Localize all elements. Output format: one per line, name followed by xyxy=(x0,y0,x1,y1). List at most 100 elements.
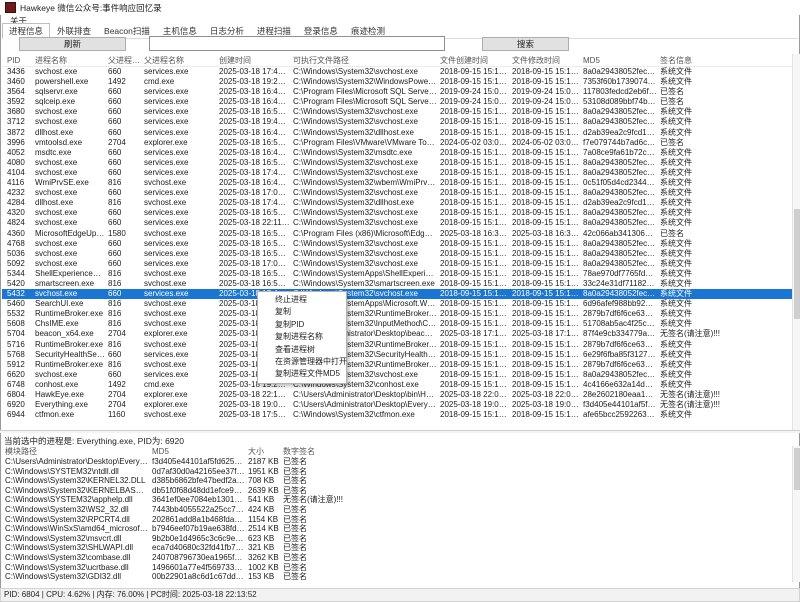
scrollbar-thumb[interactable] xyxy=(794,448,800,490)
column-header[interactable]: 文件修改时间 xyxy=(509,55,580,66)
process-row[interactable]: 5420smartscreen.exe816svchost.exe2025-03… xyxy=(2,279,792,289)
process-row[interactable]: 5608ChsIME.exe816svchost.exe2025-03-18 1… xyxy=(2,319,792,329)
cell: dllhost.exe xyxy=(32,128,105,138)
scrollbar-thumb[interactable] xyxy=(794,209,800,319)
column-header[interactable]: 签名信息 xyxy=(657,55,792,66)
cell: 816 xyxy=(105,319,141,329)
process-table-scrollbar[interactable] xyxy=(792,54,800,430)
tab-2[interactable]: 外联排查 xyxy=(51,24,97,38)
tab-3[interactable]: Beacon扫描 xyxy=(98,24,156,38)
context-menu-item-4[interactable]: 复制进程名称 xyxy=(258,331,346,343)
cell: C:\Windows\SystemApps\ShellExperienceHos… xyxy=(290,269,437,279)
column-header[interactable]: 父进程PID xyxy=(105,55,141,66)
column-header[interactable]: 可执行文件路径 xyxy=(290,55,437,66)
cell: 系统文件 xyxy=(657,117,792,127)
module-row[interactable]: C:\Windows\System32\SHLWAPI.dlleca7d4068… xyxy=(2,543,792,553)
process-row[interactable]: 3592sqlceip.exe660services.exe2025-03-18… xyxy=(2,97,792,107)
module-table-scrollbar[interactable] xyxy=(792,446,800,582)
process-row[interactable]: 3460powershell.exe1492cmd.exe2025-03-18 … xyxy=(2,77,792,87)
process-row[interactable]: 6804HawkEye.exe2704explorer.exe2025-03-1… xyxy=(2,390,792,400)
module-row[interactable]: C:\Windows\System32\KERNEL32.DLLd385b686… xyxy=(2,476,792,486)
column-header[interactable]: 文件创建时间 xyxy=(437,55,509,66)
search-button[interactable]: 搜索 xyxy=(482,37,569,51)
cell: WmiPrvSE.exe xyxy=(32,178,105,188)
module-row[interactable]: C:\Windows\System32\GDI32.dll00b22901a8c… xyxy=(2,572,792,582)
process-row[interactable]: 4768svchost.exe660services.exe2025-03-18… xyxy=(2,239,792,249)
process-row[interactable]: 4320svchost.exe660services.exe2025-03-18… xyxy=(2,208,792,218)
module-row[interactable]: C:\Windows\System32\WS2_32.dll7443bb4055… xyxy=(2,505,792,515)
module-row[interactable]: C:\Users\Administrator\Desktop\Everythin… xyxy=(2,457,792,467)
context-menu-item-5[interactable]: 查看进程树 xyxy=(258,344,346,356)
cell: 660 xyxy=(105,370,141,380)
cell: 2018-09-15 15:12:24 xyxy=(437,249,509,259)
column-header[interactable]: 大小 xyxy=(245,446,280,457)
module-row[interactable]: C:\Windows\System32\ucrtbase.dll1496601a… xyxy=(2,563,792,573)
cell: 2024-05-02 03:08:06 xyxy=(437,138,509,148)
context-menu-item-1[interactable]: 终止进程 xyxy=(258,294,346,306)
cell: 816 xyxy=(105,178,141,188)
module-table-header[interactable]: 模块路径MD5大小数字签名 xyxy=(2,446,792,457)
process-row[interactable]: 5432svchost.exe660services.exe2025-03-18… xyxy=(2,289,792,299)
context-menu-item-7[interactable]: 复制进程文件MD5 xyxy=(258,368,346,380)
cell: services.exe xyxy=(141,370,216,380)
cell: 2025-03-18 16:50:40 xyxy=(216,138,290,148)
search-input[interactable] xyxy=(149,36,445,51)
column-header[interactable]: 创建时间 xyxy=(216,55,290,66)
process-row[interactable]: 4080svchost.exe660services.exe2025-03-18… xyxy=(2,158,792,168)
process-row[interactable]: 6620svchost.exe660services.exe2025-03-18… xyxy=(2,370,792,380)
process-row[interactable]: 5768SecurityHealthService.exe660services… xyxy=(2,350,792,360)
cell: 2018-09-15 15:12:24 xyxy=(437,148,509,158)
process-row[interactable]: 6920Everything.exe2704explorer.exe2025-0… xyxy=(2,400,792,410)
process-row[interactable]: 5704beacon_x64.exe2704explorer.exe2025-0… xyxy=(2,329,792,339)
process-row[interactable]: 3680svchost.exe660services.exe2025-03-18… xyxy=(2,107,792,117)
module-row[interactable]: C:\Windows\System32\KERNELBASE.dlldb51f0… xyxy=(2,486,792,496)
cell: 660 xyxy=(105,289,141,299)
column-header[interactable]: 模块路径 xyxy=(2,446,149,457)
process-row[interactable]: 3996vmtoolsd.exe2704explorer.exe2025-03-… xyxy=(2,138,792,148)
module-row[interactable]: C:\Windows\WinSxS\amd64_microsoft.window… xyxy=(2,524,792,534)
column-header[interactable]: 进程名称 xyxy=(32,55,105,66)
process-row[interactable]: 5912RuntimeBroker.exe816svchost.exe2025-… xyxy=(2,360,792,370)
process-row[interactable]: 6748conhost.exe1492cmd.exe2025-03-18 19:… xyxy=(2,380,792,390)
cell: C:\Windows\WinSxS\amd64_microsoft.window… xyxy=(2,524,149,534)
cell: 202861add8a1b468fda9601e4... xyxy=(149,515,245,525)
process-row[interactable]: 5092svchost.exe660services.exe2025-03-18… xyxy=(2,259,792,269)
process-row[interactable]: 3564sqlservr.exe660services.exe2025-03-1… xyxy=(2,87,792,97)
refresh-button[interactable]: 刷新 xyxy=(19,37,126,51)
process-row[interactable]: 4360MicrosoftEdgeUpdate.exe1580svchost.e… xyxy=(2,229,792,239)
process-row[interactable]: 5460SearchUI.exe816svchost.exe2025-03-18… xyxy=(2,299,792,309)
process-row[interactable]: 4052msdtc.exe660services.exe2025-03-18 1… xyxy=(2,148,792,158)
cell: 2025-03-18 16:49:43 xyxy=(216,97,290,107)
cell: 系统文件 xyxy=(657,259,792,269)
process-row[interactable]: 4232svchost.exe660services.exe2025-03-18… xyxy=(2,188,792,198)
cell: services.exe xyxy=(141,188,216,198)
column-header[interactable]: MD5 xyxy=(149,447,245,456)
process-row[interactable]: 5716RuntimeBroker.exe816svchost.exe2025-… xyxy=(2,340,792,350)
process-row[interactable]: 3436svchost.exe660services.exe2025-03-18… xyxy=(2,67,792,77)
context-menu-item-6[interactable]: 在资源管理器中打开 xyxy=(258,356,346,368)
column-header[interactable]: MD5 xyxy=(580,56,657,65)
column-header[interactable]: PID xyxy=(2,56,32,65)
panel-splitter[interactable] xyxy=(0,430,800,433)
column-header[interactable]: 数字签名 xyxy=(280,446,410,457)
process-row[interactable]: 5344ShellExperienceHost.exe816svchost.ex… xyxy=(2,269,792,279)
process-row[interactable]: 5036svchost.exe660services.exe2025-03-18… xyxy=(2,249,792,259)
module-row[interactable]: C:\Windows\System32\RPCRT4.dll202861add8… xyxy=(2,515,792,525)
column-header[interactable]: 父进程名称 xyxy=(141,55,216,66)
module-row[interactable]: C:\Windows\SYSTEM32\ntdll.dll0d7af30d0a4… xyxy=(2,467,792,477)
cell: 3564 xyxy=(2,87,32,97)
process-row[interactable]: 4104svchost.exe660services.exe2025-03-18… xyxy=(2,168,792,178)
process-table-header[interactable]: PID进程名称父进程PID父进程名称创建时间可执行文件路径文件创建时间文件修改时… xyxy=(2,54,792,67)
process-row[interactable]: 4116WmiPrvSE.exe816svchost.exe2025-03-18… xyxy=(2,178,792,188)
process-row[interactable]: 4284dllhost.exe816svchost.exe2025-03-18 … xyxy=(2,198,792,208)
module-row[interactable]: C:\Windows\SYSTEM32\apphelp.dll3641ef0ee… xyxy=(2,495,792,505)
process-row[interactable]: 6944ctfmon.exe1160svchost.exe2025-03-18 … xyxy=(2,410,792,420)
process-row[interactable]: 4824svchost.exe660services.exe2025-03-18… xyxy=(2,218,792,228)
process-row[interactable]: 5532RuntimeBroker.exe816svchost.exe2025-… xyxy=(2,309,792,319)
module-row[interactable]: C:\Windows\System32\combase.dll240708796… xyxy=(2,553,792,563)
process-row[interactable]: 3712svchost.exe660services.exe2025-03-18… xyxy=(2,117,792,127)
module-row[interactable]: C:\Windows\System32\msvcrt.dll9b2b0e1d49… xyxy=(2,534,792,544)
process-row[interactable]: 3872dllhost.exe660services.exe2025-03-18… xyxy=(2,128,792,138)
context-menu-item-2[interactable]: 复制 xyxy=(258,306,346,318)
context-menu-item-3[interactable]: 复制PID xyxy=(258,319,346,331)
